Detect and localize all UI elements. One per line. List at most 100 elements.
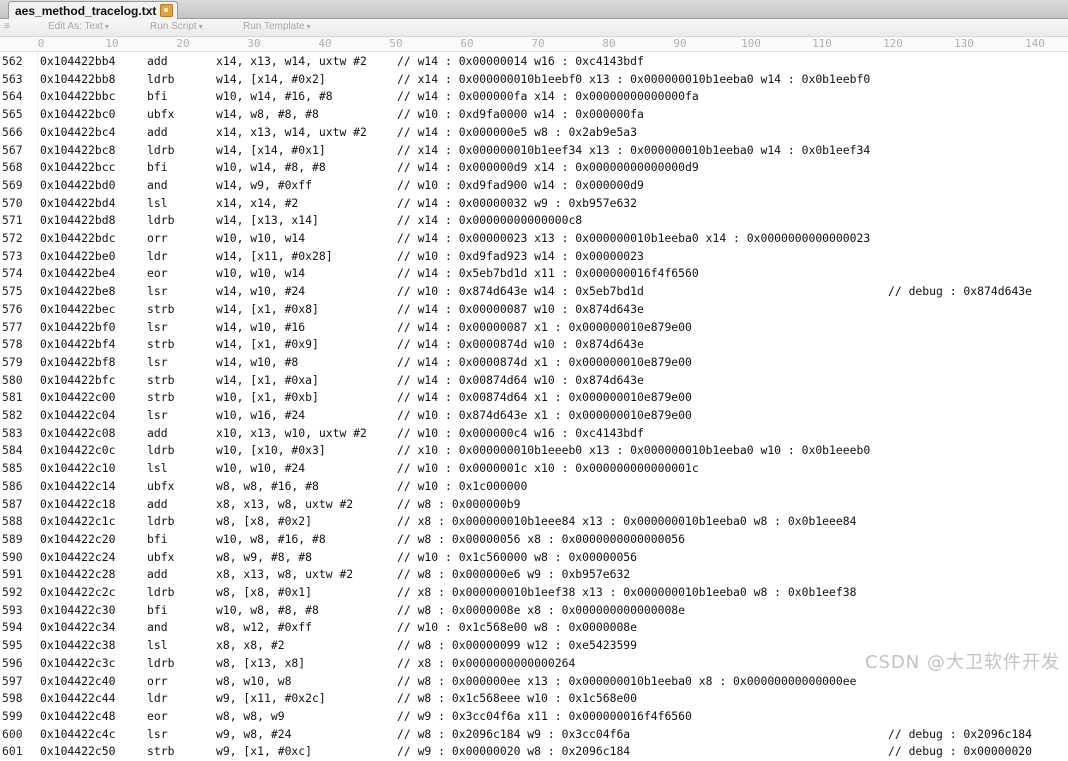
- code-line[interactable]: 599 0x104422c48 eor w8, w8, w9 // w9 : 0x3cc…: [0, 708, 1068, 726]
- comment: // w14 : 0x00874d64 x1 : 0x000000010e879…: [397, 390, 692, 405]
- run-template-label[interactable]: Run Template: [243, 21, 305, 32]
- code-line[interactable]: 562 0x104422bb4 add x14, x13, w14, uxtw #2 /…: [0, 53, 1068, 71]
- edit-as-label[interactable]: Edit As: Text: [48, 21, 103, 32]
- code-line[interactable]: 570 0x104422bd4 lsl x14, x14, #2 // w14 : 0x…: [0, 195, 1068, 213]
- code-line[interactable]: 564 0x104422bbc bfi w10, w14, #16, #8 // w14…: [0, 88, 1068, 106]
- opcode: ldrb: [147, 71, 175, 86]
- code-line[interactable]: 581 0x104422c00 strb w10, [x1, #0xb] // w14 …: [0, 389, 1068, 407]
- ruler-tick: 0: [37, 37, 45, 50]
- code-line[interactable]: 591 0x104422c28 add x8, x13, w8, uxtw #2 // …: [0, 566, 1068, 584]
- code-line[interactable]: 576 0x104422bec strb w14, [x1, #0x8] // w14 …: [0, 301, 1068, 319]
- opcode: lsr: [147, 354, 168, 369]
- line-number: 600: [2, 726, 23, 741]
- comment: // w14 : 0x000000e5 w8 : 0x2ab9e5a3: [397, 124, 638, 139]
- run-script-menu[interactable]: Run Script ▾: [150, 21, 203, 32]
- code-line[interactable]: 578 0x104422bf4 strb w14, [x1, #0x9] // w14 …: [0, 336, 1068, 354]
- file-tab[interactable]: aes_method_tracelog.txt: [8, 1, 179, 19]
- opcode: ldrb: [147, 443, 175, 458]
- code-line[interactable]: 567 0x104422bc8 ldrb w14, [x14, #0x1] // x14…: [0, 142, 1068, 160]
- toolbar-grip-icon: ≡: [4, 21, 10, 32]
- ruler-tick: 110: [812, 37, 832, 50]
- code-line[interactable]: 579 0x104422bf8 lsr w14, w10, #8 // w14 : 0x…: [0, 354, 1068, 372]
- code-line[interactable]: 601 0x104422c50 strb w9, [x1, #0xc] // w9 : …: [0, 743, 1068, 761]
- operands: x10, x13, w10, uxtw #2: [216, 425, 367, 440]
- address: 0x104422be0: [40, 248, 116, 263]
- line-number: 568: [2, 160, 23, 175]
- code-line[interactable]: 571 0x104422bd8 ldrb w14, [x13, x14] // x14 …: [0, 212, 1068, 230]
- opcode: bfi: [147, 160, 168, 175]
- opcode: ldrb: [147, 142, 175, 157]
- code-line[interactable]: 566 0x104422bc4 add x14, x13, w14, uxtw #2 /…: [0, 124, 1068, 142]
- code-line[interactable]: 590 0x104422c24 ubfx w8, w9, #8, #8 // w10 :…: [0, 549, 1068, 567]
- opcode: ldrb: [147, 655, 175, 670]
- line-number: 589: [2, 531, 23, 546]
- operands: w9, [x11, #0x2c]: [216, 691, 326, 706]
- line-number: 598: [2, 691, 23, 706]
- code-line[interactable]: 584 0x104422c0c ldrb w10, [x10, #0x3] // x10…: [0, 442, 1068, 460]
- code-line[interactable]: 585 0x104422c10 lsl w10, w10, #24 // w10 : 0…: [0, 460, 1068, 478]
- line-number: 582: [2, 408, 23, 422]
- comment: // w14 : 0x00000023 x13 : 0x000000010b1e…: [397, 231, 871, 245]
- line-number: 590: [2, 549, 23, 564]
- ruler-tick: 30: [247, 37, 261, 50]
- line-number: 585: [2, 461, 23, 476]
- code-line[interactable]: 563 0x104422bb8 ldrb w14, [x14, #0x2] // x14…: [0, 71, 1068, 89]
- line-number: 566: [2, 124, 23, 139]
- line-number: 588: [2, 514, 23, 529]
- address: 0x104422bf0: [40, 319, 116, 334]
- line-number: 569: [2, 177, 23, 192]
- code-line[interactable]: 600 0x104422c4c lsr w9, w8, #24 // w8 : 0x20…: [0, 726, 1068, 744]
- opcode: orr: [147, 231, 168, 245]
- run-script-label[interactable]: Run Script: [150, 21, 197, 32]
- address: 0x104422bd4: [40, 195, 116, 210]
- code-line[interactable]: 575 0x104422be8 lsr w14, w10, #24 // w10 : 0…: [0, 283, 1068, 301]
- code-line[interactable]: 593 0x104422c30 bfi w10, w8, #8, #8 // w8 : …: [0, 602, 1068, 620]
- code-line[interactable]: 580 0x104422bfc strb w14, [x1, #0xa] // w14 …: [0, 372, 1068, 390]
- code-line[interactable]: 573 0x104422be0 ldr w14, [x11, #0x28] // w10…: [0, 248, 1068, 266]
- code-line[interactable]: 597 0x104422c40 orr w8, w10, w8 // w8 : 0x00…: [0, 673, 1068, 691]
- code-line[interactable]: 574 0x104422be4 eor w10, w10, w14 // w14 : 0…: [0, 265, 1068, 283]
- opcode: bfi: [147, 89, 168, 104]
- address: 0x104422c10: [40, 461, 116, 476]
- line-number: 591: [2, 567, 23, 582]
- address: 0x104422c3c: [40, 655, 116, 670]
- operands: w10, [x1, #0xb]: [216, 390, 319, 405]
- code-line[interactable]: 588 0x104422c1c ldrb w8, [x8, #0x2] // x8 : …: [0, 513, 1068, 531]
- comment: // x8 : 0x0000000000000264: [397, 655, 576, 670]
- opcode: lsl: [147, 461, 168, 476]
- code-line[interactable]: 592 0x104422c2c ldrb w8, [x8, #0x1] // x8 : …: [0, 584, 1068, 602]
- edit-as-menu[interactable]: Edit As: Text ▾: [48, 21, 109, 32]
- run-template-menu[interactable]: Run Template ▾: [243, 21, 311, 32]
- line-number: 594: [2, 620, 23, 635]
- address: 0x104422c40: [40, 673, 116, 688]
- code-line[interactable]: 586 0x104422c14 ubfx w8, w8, #16, #8 // w10 …: [0, 478, 1068, 496]
- opcode: strb: [147, 390, 175, 405]
- code-line[interactable]: 569 0x104422bd0 and w14, w9, #0xff // w10 : …: [0, 177, 1068, 195]
- code-line[interactable]: 582 0x104422c04 lsr w10, w16, #24 // w10 : 0…: [0, 407, 1068, 425]
- comment: // w14 : 0x00000032 w9 : 0xb957e632: [397, 195, 638, 210]
- operands: w10, w14, #16, #8: [216, 89, 333, 104]
- code-line[interactable]: 594 0x104422c34 and w8, w12, #0xff // w10 : …: [0, 619, 1068, 637]
- comment: // x14 : 0x000000010b1eebf0 x13 : 0x0000…: [397, 71, 871, 86]
- code-line[interactable]: 598 0x104422c44 ldr w9, [x11, #0x2c] // w8 :…: [0, 690, 1068, 708]
- code-line[interactable]: 589 0x104422c20 bfi w10, w8, #16, #8 // w8 :…: [0, 531, 1068, 549]
- code-line[interactable]: 568 0x104422bcc bfi w10, w14, #8, #8 // w14 …: [0, 159, 1068, 177]
- code-line[interactable]: 587 0x104422c18 add x8, x13, w8, uxtw #2 // …: [0, 496, 1068, 514]
- tab-title[interactable]: aes_method_tracelog.txt: [15, 4, 156, 18]
- line-number: 570: [2, 195, 23, 210]
- address: 0x104422bfc: [40, 372, 116, 387]
- code-line[interactable]: 577 0x104422bf0 lsr w14, w10, #16 // w14 : 0…: [0, 319, 1068, 337]
- line-number: 565: [2, 107, 23, 122]
- line-number: 572: [2, 231, 23, 245]
- operands: w10, w10, #24: [216, 461, 306, 476]
- code-line[interactable]: 565 0x104422bc0 ubfx w14, w8, #8, #8 // w10 …: [0, 106, 1068, 124]
- line-number: 595: [2, 638, 23, 653]
- code-line[interactable]: 583 0x104422c08 add x10, x13, w10, uxtw #2 /…: [0, 425, 1068, 443]
- operands: w9, [x1, #0xc]: [216, 744, 313, 759]
- comment: // w10 : 0x1c560000 w8 : 0x00000056: [397, 549, 638, 564]
- address: 0x104422c30: [40, 602, 116, 617]
- address: 0x104422c20: [40, 531, 116, 546]
- code-line[interactable]: 572 0x104422bdc orr w10, w10, w14 // w14 : 0…: [0, 230, 1068, 248]
- ruler-tick: 140: [1025, 37, 1045, 50]
- address: 0x104422bec: [40, 301, 116, 316]
